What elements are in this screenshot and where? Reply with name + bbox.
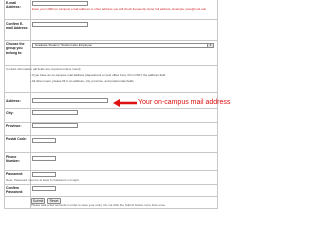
phone-label: Phone Number: xyxy=(6,155,20,164)
row-divider xyxy=(4,170,218,171)
phone-field[interactable] xyxy=(32,156,56,161)
address-label: Address: xyxy=(6,99,21,103)
confirm-password-label: Confirm Password: xyxy=(6,186,24,195)
email-label: E-mail Address: xyxy=(6,1,21,10)
row-divider xyxy=(4,92,218,93)
province-label: Province: xyxy=(6,124,22,128)
submit-note: Please wait a few seconds in order to sa… xyxy=(31,203,166,207)
group-label: Choose the group you belong to: xyxy=(6,42,25,55)
bullet-item: • All other users, please fill in an add… xyxy=(30,79,135,83)
address-field[interactable] xyxy=(32,98,108,103)
row-divider xyxy=(4,184,218,185)
email-note: Enter your UMD (or campus) email address… xyxy=(32,7,207,11)
province-field[interactable] xyxy=(32,123,78,128)
row-divider xyxy=(4,19,218,20)
confirm-email-label: Confirm E-mail Address: xyxy=(6,22,29,31)
password-field[interactable] xyxy=(32,172,56,177)
email-field[interactable] xyxy=(32,1,88,6)
password-label: Password: xyxy=(6,172,24,176)
arrow-left-icon xyxy=(113,99,137,107)
confirm-password-field[interactable] xyxy=(32,186,56,191)
row-divider xyxy=(4,65,218,66)
city-field[interactable] xyxy=(32,110,78,115)
confirm-email-field[interactable] xyxy=(32,22,88,27)
bullet-item: • If you have an on-campus mail address … xyxy=(30,73,166,77)
annotation-label: Your on-campus mail address xyxy=(138,99,231,106)
city-label: City: xyxy=(6,111,14,115)
group-select[interactable]: Graduate Student / Student also Employee… xyxy=(32,43,214,48)
group-select-value: Graduate Student / Student also Employee xyxy=(35,43,93,47)
row-divider xyxy=(4,135,218,136)
label-column-divider xyxy=(30,0,31,208)
bullet-text: All other users, please fill in an addre… xyxy=(31,79,135,83)
password-note: Note: Password must be at least 6 charac… xyxy=(6,178,80,182)
postal-code-field[interactable] xyxy=(32,138,56,143)
row-divider xyxy=(4,196,218,197)
row-divider xyxy=(4,108,218,109)
row-divider xyxy=(4,40,218,41)
postal-code-label: Postal Code: xyxy=(6,137,27,141)
contact-intro: Contact information (all fields are requ… xyxy=(6,67,81,71)
registration-form: E-mail Address: Enter your UMD (or campu… xyxy=(0,0,320,240)
bullet-text: If you have an on-campus mail address (d… xyxy=(31,73,166,77)
row-divider xyxy=(4,152,218,153)
chevron-down-icon[interactable]: ▾ xyxy=(207,44,213,47)
